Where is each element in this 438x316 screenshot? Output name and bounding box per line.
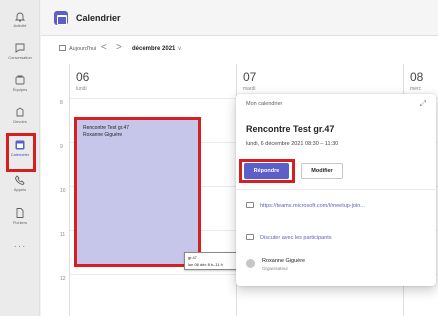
rail-label: Équipes (12, 87, 28, 92)
event-tooltip: gr.47 lun 06 déc 8 h–11 h (184, 252, 244, 270)
chat-label: Discuter avec les participants (260, 235, 332, 241)
rail-label: Fichiers (12, 220, 27, 225)
hour-label: 12 (60, 276, 66, 282)
next-button[interactable]: > (116, 42, 122, 53)
event-organizer: Roxanne Giguère (83, 132, 123, 138)
popup-event-title: Rencontre Test gr.47 (246, 124, 335, 134)
assignments-icon (16, 107, 24, 117)
phone-icon (15, 175, 25, 185)
top-bar: Calendrier (41, 0, 438, 36)
day-name: merc (410, 86, 422, 92)
calendar-event[interactable]: Rencontre Test gr.47 Roxanne Giguère (74, 117, 201, 267)
teams-icon (15, 75, 25, 85)
day-header-wednesday[interactable]: 08 merc (403, 64, 438, 98)
video-icon (246, 202, 254, 208)
organizer-role: Organisateur (262, 266, 289, 271)
page-title: Calendrier (76, 13, 121, 23)
day-name: lundi (76, 86, 87, 92)
calendar-app-icon (54, 11, 68, 25)
day-number: 06 (76, 70, 90, 84)
hour-label: 9 (60, 144, 63, 150)
hour-label: 10 (60, 188, 66, 194)
file-icon (16, 208, 24, 218)
more-apps-button[interactable]: ··· (2, 241, 38, 252)
reply-highlight-box (239, 159, 295, 183)
chat-with-participants[interactable]: Discuter avec les participants (246, 234, 332, 241)
divider (236, 189, 436, 190)
rail-label: Activité (13, 23, 27, 28)
tooltip-line: gr.47 (188, 255, 197, 260)
rail-teams[interactable]: Équipes (2, 72, 38, 102)
meeting-link[interactable]: https://teams.microsoft.com/l/meetup-joi… (246, 202, 365, 209)
chevron-down-icon: ∨ (177, 46, 182, 52)
meeting-link-text: https://teams.microsoft.com/l/meetup-joi… (260, 203, 365, 209)
event-title: Rencontre Test gr.47 (83, 125, 130, 131)
rail-activity[interactable]: Activité (2, 8, 38, 38)
bell-icon (14, 12, 26, 22)
day-header-tuesday[interactable]: 07 mardi (236, 64, 403, 98)
popup-event-time: lundi, 6 décembre 2021 08:30 – 11:30 (246, 141, 339, 147)
tooltip-line: lun 06 déc 8 h–11 h (188, 262, 223, 267)
rail-chat[interactable]: Conversation (2, 40, 38, 70)
avatar (246, 259, 255, 268)
calendar-main: Calendrier Aujourd'hui < > décembre 2021… (41, 0, 438, 316)
rail-label: Devoirs (13, 119, 27, 124)
today-icon (59, 45, 66, 51)
month-label: décembre 2021 (132, 46, 176, 52)
rail-label: Appels (13, 187, 27, 192)
hour-label: 8 (60, 100, 63, 106)
expand-icon[interactable]: ⤢ (420, 99, 426, 109)
calendar-nav: Aujourd'hui < > décembre 2021 ∨ (41, 38, 438, 60)
popup-calendar-name: Mon calendrier (246, 101, 283, 107)
rail-label: Conversation (8, 55, 32, 60)
today-button[interactable]: Aujourd'hui (59, 45, 96, 52)
hour-column: 8 9 10 11 12 (41, 98, 69, 316)
prev-button[interactable]: < (101, 42, 107, 53)
event-details-popup: Mon calendrier ⤢ Rencontre Test gr.47 lu… (236, 94, 436, 286)
day-header-monday[interactable]: 06 lundi (69, 64, 236, 98)
rail-calls[interactable]: Appels (2, 172, 38, 202)
column-divider (69, 98, 70, 316)
day-name: mardi (243, 86, 256, 92)
chat-icon (246, 234, 254, 240)
today-label: Aujourd'hui (69, 46, 97, 52)
calendar-highlight-box (6, 133, 36, 172)
day-number: 08 (410, 70, 424, 84)
rail-files[interactable]: Fichiers (2, 205, 38, 235)
rail-assignments[interactable]: Devoirs (2, 104, 38, 134)
app-rail: Activité Conversation Équipes Devoirs Ca… (0, 0, 40, 316)
month-selector[interactable]: décembre 2021 ∨ (132, 45, 182, 52)
day-number: 07 (243, 70, 257, 84)
organizer-name: Roxanne Giguère (262, 258, 306, 264)
edit-button[interactable]: Modifier (301, 163, 343, 179)
hour-label: 11 (60, 232, 66, 238)
chat-icon (15, 43, 25, 53)
